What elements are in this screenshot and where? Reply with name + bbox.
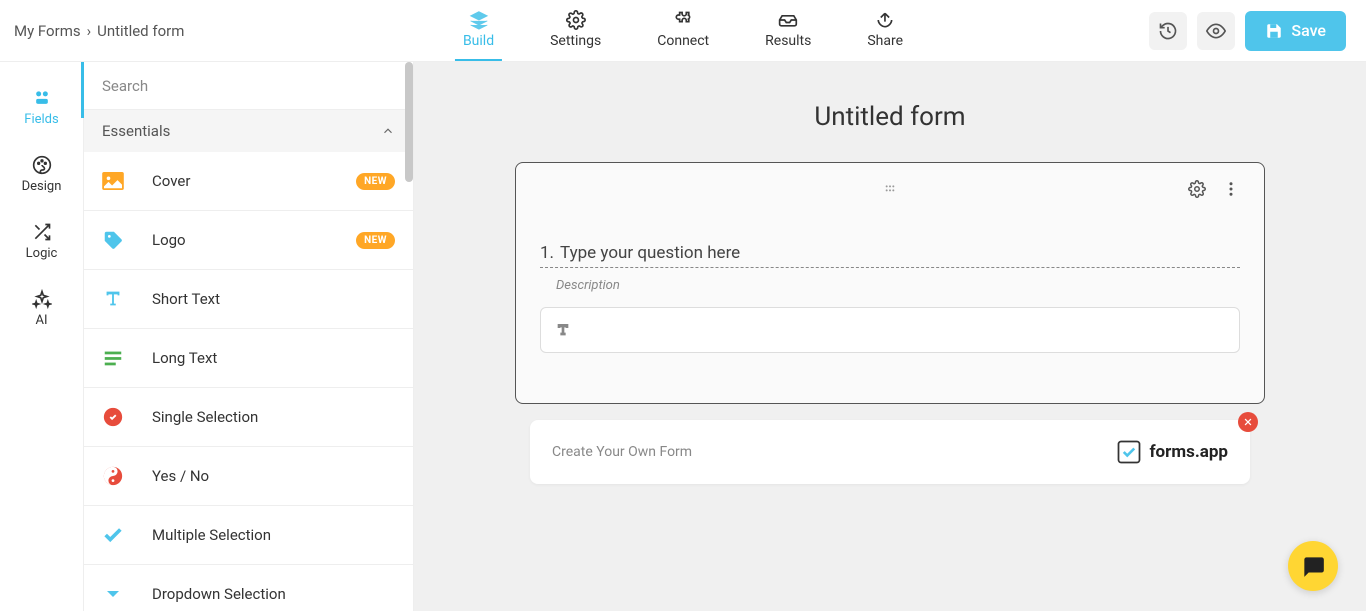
field-multiple-selection-label: Multiple Selection: [152, 526, 395, 544]
tab-results[interactable]: Results: [757, 0, 819, 61]
section-essentials[interactable]: Essentials: [84, 110, 413, 152]
nav-ai[interactable]: AI: [0, 275, 83, 342]
puzzle-icon: [673, 10, 693, 30]
chat-icon: [1300, 553, 1326, 579]
breadcrumb-root[interactable]: My Forms: [14, 22, 81, 40]
new-badge: NEW: [356, 232, 395, 249]
text-icon: [555, 322, 571, 338]
shuffle-icon: [32, 222, 52, 242]
history-button[interactable]: [1149, 12, 1187, 50]
nav-fields-label: Fields: [24, 112, 58, 127]
eye-icon: [1206, 21, 1226, 41]
section-essentials-label: Essentials: [102, 122, 170, 140]
forms-app-logo[interactable]: forms.app: [1115, 438, 1228, 466]
layers-icon: [469, 10, 489, 30]
grip-icon: [882, 181, 898, 197]
nav-logic-label: Logic: [26, 246, 58, 261]
field-yes-no-label: Yes / No: [152, 467, 395, 485]
logo-icon: [1115, 438, 1143, 466]
question-card[interactable]: 1. Type your question here Description: [515, 162, 1265, 404]
field-logo-label: Logo: [152, 231, 328, 249]
main-tabs: Build Settings Connect Results Share: [455, 0, 911, 61]
tab-settings-label: Settings: [550, 33, 601, 49]
nav-ai-label: AI: [35, 313, 47, 328]
gear-icon: [566, 10, 586, 30]
card-settings-button[interactable]: [1188, 180, 1206, 202]
nav-fields[interactable]: Fields: [0, 74, 83, 141]
image-icon: [102, 170, 124, 192]
tab-build-label: Build: [463, 33, 494, 49]
gear-icon: [1188, 180, 1206, 198]
paragraph-icon: [102, 347, 124, 369]
tab-connect-label: Connect: [657, 33, 709, 49]
chevron-down-icon: [102, 583, 124, 605]
more-vertical-icon: [1222, 180, 1240, 198]
save-button[interactable]: Save: [1245, 11, 1346, 51]
side-nav: Fields Design Logic AI: [0, 62, 84, 611]
save-label: Save: [1291, 21, 1326, 40]
field-dropdown-selection[interactable]: Dropdown Selection: [84, 565, 413, 611]
field-cover[interactable]: Cover NEW: [84, 152, 413, 211]
description-input[interactable]: Description: [556, 278, 1240, 293]
field-cover-label: Cover: [152, 172, 328, 190]
breadcrumb: My Forms › Untitled form: [0, 22, 184, 40]
field-dropdown-selection-label: Dropdown Selection: [152, 585, 395, 603]
field-multiple-selection[interactable]: Multiple Selection: [84, 506, 413, 565]
tab-connect[interactable]: Connect: [649, 0, 717, 61]
field-yes-no[interactable]: Yes / No: [84, 447, 413, 506]
field-single-selection-label: Single Selection: [152, 408, 395, 426]
logo-text: forms.app: [1149, 442, 1228, 462]
radio-icon: [102, 406, 124, 428]
history-icon: [1158, 21, 1178, 41]
field-short-text-label: Short Text: [152, 290, 395, 308]
field-short-text[interactable]: Short Text: [84, 270, 413, 329]
fields-panel: Essentials Cover NEW Logo NEW Short Text: [84, 62, 414, 611]
answer-preview: [540, 307, 1240, 353]
question-number: 1.: [540, 243, 554, 263]
inbox-icon: [778, 10, 798, 30]
form-canvas: Untitled form 1. Type your question here: [414, 62, 1366, 611]
sparkles-icon: [32, 289, 52, 309]
search-input[interactable]: [102, 77, 395, 95]
field-long-text[interactable]: Long Text: [84, 329, 413, 388]
card-more-button[interactable]: [1222, 180, 1240, 202]
scrollbar[interactable]: [405, 62, 413, 182]
breadcrumb-sep: ›: [87, 22, 92, 40]
save-icon: [1265, 22, 1283, 40]
nav-design-label: Design: [22, 179, 62, 194]
tab-share[interactable]: Share: [859, 0, 911, 61]
chat-button[interactable]: [1288, 541, 1338, 591]
question-input[interactable]: Type your question here: [560, 243, 1240, 263]
close-icon: [1243, 417, 1253, 427]
field-single-selection[interactable]: Single Selection: [84, 388, 413, 447]
drag-handle[interactable]: [882, 181, 898, 201]
chevron-up-icon: [381, 124, 395, 138]
field-long-text-label: Long Text: [152, 349, 395, 367]
promo-card: Create Your Own Form forms.app: [530, 420, 1250, 484]
preview-button[interactable]: [1197, 12, 1235, 50]
promo-text[interactable]: Create Your Own Form: [552, 444, 692, 460]
shapes-icon: [32, 88, 52, 108]
yinyang-icon: [102, 465, 124, 487]
check-icon: [102, 524, 124, 546]
palette-icon: [32, 155, 52, 175]
new-badge: NEW: [356, 173, 395, 190]
field-logo[interactable]: Logo NEW: [84, 211, 413, 270]
nav-logic[interactable]: Logic: [0, 208, 83, 275]
tag-icon: [102, 229, 124, 251]
breadcrumb-current: Untitled form: [97, 22, 184, 40]
tab-build[interactable]: Build: [455, 0, 502, 61]
nav-design[interactable]: Design: [0, 141, 83, 208]
tab-results-label: Results: [765, 33, 811, 49]
text-icon: [102, 288, 124, 310]
promo-close-button[interactable]: [1238, 412, 1258, 432]
form-title[interactable]: Untitled form: [474, 102, 1306, 132]
tab-share-label: Share: [867, 33, 903, 49]
tab-settings[interactable]: Settings: [542, 0, 609, 61]
share-icon: [875, 10, 895, 30]
